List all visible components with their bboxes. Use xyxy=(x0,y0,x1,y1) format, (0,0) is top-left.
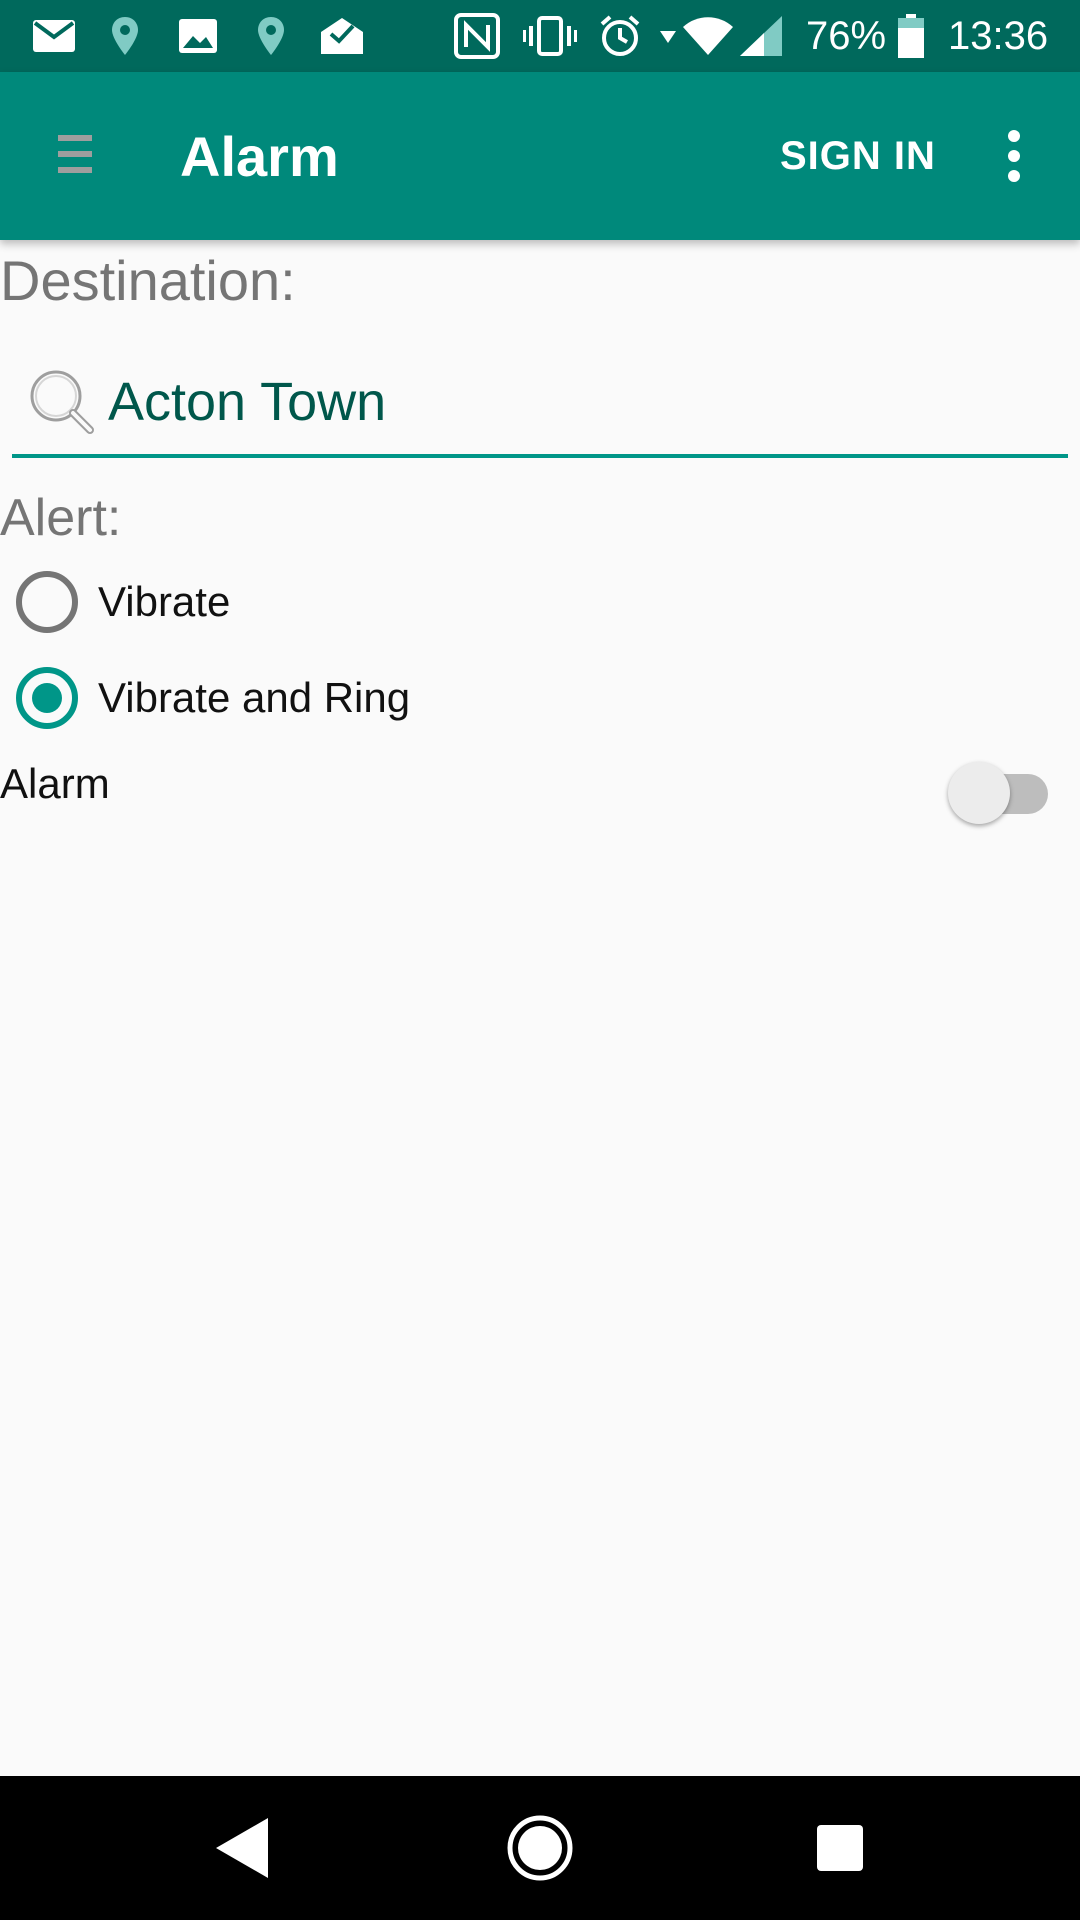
wifi-icon xyxy=(682,0,734,72)
radio-option-vibrate-and-ring[interactable]: Vibrate and Ring xyxy=(16,660,410,736)
hamburger-menu-icon[interactable] xyxy=(50,124,100,184)
radio-label-vibrate-and-ring: Vibrate and Ring xyxy=(98,674,411,721)
cell-signal-icon xyxy=(738,0,784,72)
dropdown-arrow-icon xyxy=(656,0,680,72)
recents-icon[interactable] xyxy=(810,1776,870,1920)
radio-button-checked[interactable] xyxy=(16,667,78,729)
alarm-switch[interactable] xyxy=(948,752,1048,824)
back-icon[interactable] xyxy=(200,1776,284,1920)
page-title: Alarm xyxy=(180,124,339,188)
clock-time: 13:36 xyxy=(948,13,1049,58)
vibrate-icon xyxy=(522,0,578,72)
battery-icon xyxy=(896,0,926,72)
status-bar: 76% 13:36 xyxy=(0,0,1080,72)
alarm-toggle-label: Alarm xyxy=(0,760,110,807)
radio-label-vibrate: Vibrate xyxy=(98,578,231,625)
radio-option-vibrate[interactable]: Vibrate xyxy=(16,564,230,640)
mail-icon xyxy=(30,0,78,72)
more-vert-icon[interactable] xyxy=(992,122,1036,190)
home-icon[interactable] xyxy=(500,1776,580,1920)
destination-label: Destination: xyxy=(0,249,296,312)
nfc-icon xyxy=(452,0,502,72)
search-icon xyxy=(26,366,96,436)
sign-in-button[interactable]: SIGN IN xyxy=(780,72,936,240)
location-pin-icon xyxy=(254,0,288,72)
app-bar: Alarm SIGN IN xyxy=(0,72,1080,240)
switch-thumb xyxy=(948,762,1010,824)
destination-value[interactable]: Acton Town xyxy=(108,352,386,452)
alert-label: Alert: xyxy=(0,489,122,547)
destination-search-input[interactable]: Acton Town xyxy=(12,352,1068,458)
mail-opened-icon xyxy=(318,0,366,72)
alarm-clock-icon xyxy=(596,0,644,72)
location-pin-icon xyxy=(108,0,142,72)
radio-button-unchecked[interactable] xyxy=(16,571,78,633)
navigation-bar xyxy=(0,1776,1080,1920)
image-icon xyxy=(176,0,220,72)
battery-percent: 76% xyxy=(806,13,887,58)
